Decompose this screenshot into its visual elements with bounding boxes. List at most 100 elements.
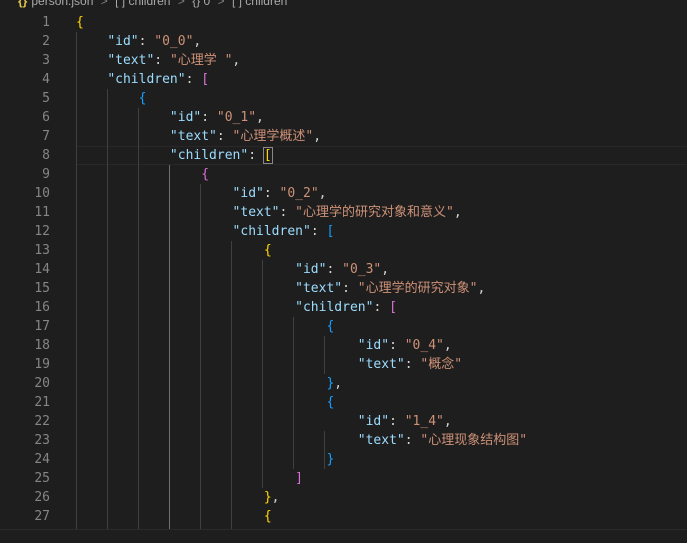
punctuation: : — [404, 357, 421, 372]
chevron-right-icon: > — [217, 0, 225, 8]
code-line[interactable]: 12 "children": [ — [0, 222, 687, 241]
code-text: "id": "1_4", — [76, 412, 452, 431]
code-line[interactable]: 24 } — [0, 450, 687, 469]
breadcrumb-item-children[interactable]: children — [128, 0, 170, 8]
breadcrumb-inner: {} person.json > [ ] children > {} 0 > [ … — [18, 0, 287, 7]
breadcrumb-item-0[interactable]: 0 — [204, 0, 211, 8]
code-line[interactable]: 9 { — [0, 165, 687, 184]
bracket: [ — [389, 300, 397, 315]
punctuation: , — [313, 129, 322, 144]
punctuation: , — [443, 414, 452, 429]
json-key: "text" — [169, 129, 217, 144]
code-line[interactable]: 21 { — [0, 393, 687, 412]
code-line[interactable]: 15 "text": "心理学的研究对象", — [0, 279, 687, 298]
line-number: 12 — [34, 224, 50, 239]
punctuation: , — [193, 34, 202, 49]
line-number: 22 — [34, 414, 50, 429]
code-line[interactable]: 17 { — [0, 317, 687, 336]
line-number: 14 — [34, 262, 50, 277]
line-number: 13 — [34, 243, 50, 258]
line-number: 25 — [34, 471, 50, 486]
code-line[interactable]: 6 "id": "0_1", — [0, 108, 687, 127]
line-number: 20 — [34, 376, 50, 391]
line-number: 16 — [34, 300, 50, 315]
line-number: 11 — [34, 205, 50, 220]
code-line[interactable]: 26 }, — [0, 488, 687, 507]
json-key: "children" — [295, 300, 374, 315]
json-key: "children" — [107, 72, 186, 87]
bracket: { — [263, 243, 272, 258]
code-line[interactable]: 11 "text": "心理学的研究对象和意义", — [0, 203, 687, 222]
code-text: "children": [ — [76, 298, 397, 317]
chevron-right-icon: > — [100, 0, 108, 8]
json-string: "0_4" — [404, 338, 444, 353]
code-line[interactable]: 14 "id": "0_3", — [0, 260, 687, 279]
code-line[interactable]: 16 "children": [ — [0, 298, 687, 317]
horizontal-scrollbar[interactable] — [0, 529, 687, 543]
punctuation: , — [334, 376, 343, 391]
code-line[interactable]: 4 "children": [ — [0, 70, 687, 89]
punctuation: , — [453, 205, 462, 220]
code-line[interactable]: 8 "children": [ — [0, 146, 687, 165]
punctuation: , — [318, 186, 327, 201]
code-line[interactable]: 19 "text": "概念" — [0, 355, 687, 374]
json-key: "text" — [357, 433, 405, 448]
punctuation: : — [185, 72, 202, 87]
code-line[interactable]: 2 "id": "0_0", — [0, 32, 687, 51]
json-string: "心理学的研究对象" — [357, 281, 478, 296]
json-string: "心理现象结构图" — [420, 433, 528, 448]
code-line[interactable]: 18 "id": "0_4", — [0, 336, 687, 355]
breadcrumb-item-children[interactable]: children — [245, 0, 287, 8]
bracket: ] — [295, 471, 303, 486]
punctuation: : — [279, 205, 296, 220]
code-line[interactable]: 1{ — [0, 13, 687, 32]
code-line[interactable]: 7 "text": "心理学概述", — [0, 127, 687, 146]
code-text: "text": "心理现象结构图" — [76, 431, 527, 450]
code-editor[interactable]: 1{2 "id": "0_0", 3 "text": "心理学 ", 4 "chil… — [0, 13, 687, 529]
json-key: "id" — [357, 414, 390, 429]
code-line[interactable]: 3 "text": "心理学 ", — [0, 51, 687, 70]
code-text: "text": "心理学概述", — [76, 127, 321, 146]
code-line[interactable]: 23 "text": "心理现象结构图" — [0, 431, 687, 450]
line-number: 8 — [42, 148, 50, 163]
code-line[interactable]: 20 }, — [0, 374, 687, 393]
bracket: { — [326, 319, 335, 334]
bracket: { — [326, 395, 335, 410]
code-text: "id": "0_3", — [76, 260, 389, 279]
breadcrumb-file[interactable]: person.json — [31, 0, 93, 8]
bracket: { — [76, 15, 84, 30]
code-text: }, — [76, 488, 280, 507]
code-text: "children": [ — [76, 222, 335, 241]
punctuation: : — [404, 433, 421, 448]
line-number: 24 — [34, 452, 50, 467]
punctuation: : — [201, 110, 217, 125]
code-line[interactable]: 27 { — [0, 507, 687, 526]
code-line[interactable]: 22 "id": "1_4", — [0, 412, 687, 431]
json-key: "id" — [357, 338, 390, 353]
line-number: 27 — [34, 509, 50, 524]
line-number: 21 — [34, 395, 50, 410]
punctuation: , — [477, 281, 486, 296]
bracket-matched: [ — [262, 147, 273, 164]
code-line[interactable]: 25 ] — [0, 469, 687, 488]
line-number: 7 — [42, 129, 50, 144]
bracket: } — [326, 452, 335, 467]
code-line[interactable]: 10 "id": "0_2", — [0, 184, 687, 203]
line-number: 4 — [42, 72, 50, 87]
bracket: { — [263, 509, 272, 524]
code-line[interactable]: 5 { — [0, 89, 687, 108]
punctuation: , — [381, 262, 390, 277]
json-key: "id" — [169, 110, 202, 125]
code-line[interactable]: 13 { — [0, 241, 687, 260]
